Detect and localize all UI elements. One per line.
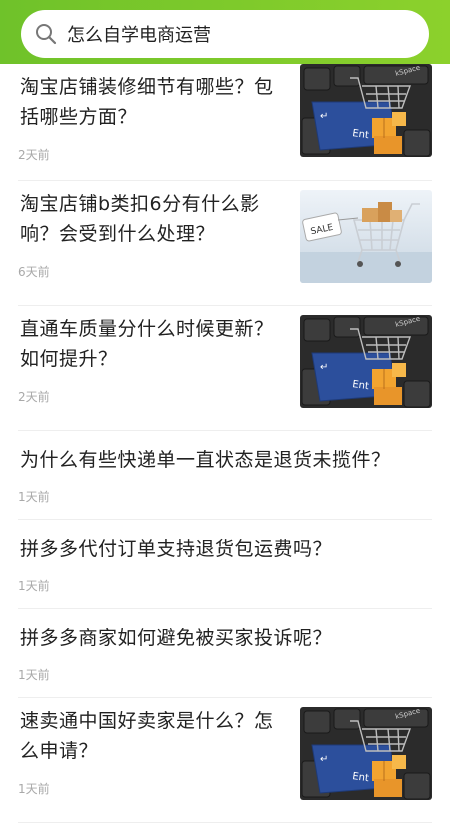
article-time: 6天前 [18,265,50,279]
list-item[interactable]: 淘宝店铺装修细节有哪些？包括哪些方面？ 2天前 ↵ Ent kSpace [18,64,432,181]
article-title[interactable]: 拼多多商家如何避免被买家投诉呢？ [20,623,430,653]
article-title[interactable]: 淘宝店铺装修细节有哪些？包括哪些方面？ [20,72,278,132]
search-query: 怎么自学电商运营 [67,25,211,46]
search-icon [35,23,57,45]
svg-text:Ent: Ent [352,771,370,784]
article-title[interactable]: 直通车质量分什么时候更新？如何提升？ [20,314,278,374]
sale-cart-image[interactable]: SALE [300,190,432,283]
svg-text:↵: ↵ [320,754,328,765]
list-item[interactable]: 为什么有些快递单一直状态是退货未揽件？ 1天前 [18,431,432,520]
list-item[interactable]: 淘宝店铺b类扣6分有什么影响？会受到什么处理？ 6天前 SALE [18,181,432,306]
keyboard-cart-image[interactable]: ↵ Ent kSpace [300,64,432,157]
article-title[interactable]: 速卖通中国好卖家是什么？怎么申请？ [20,706,278,766]
keyboard-cart-image[interactable]: ↵ Ent kSpace [300,707,432,800]
article-time: 1天前 [18,579,50,593]
svg-text:↵: ↵ [320,362,328,373]
svg-text:Ent: Ent [352,128,370,141]
article-time: 2天前 [18,390,50,404]
article-time: 1天前 [18,668,50,682]
svg-text:Ent: Ent [352,379,370,392]
list-item[interactable]: 拼多多商家如何避免被买家投诉呢？ 1天前 [18,609,432,698]
keyboard-cart-image[interactable]: ↵ Ent kSpace [300,315,432,408]
list-item[interactable]: 拼多多代付订单支持退货包运费吗？ 1天前 [18,520,432,609]
article-time: 1天前 [18,782,50,796]
article-title[interactable]: 拼多多代付订单支持退货包运费吗？ [20,534,430,564]
list-item[interactable]: 直通车质量分什么时候更新？如何提升？ 2天前 ↵ Ent kSpace [18,306,432,431]
article-time: 2天前 [18,148,50,162]
top-bar: 怎么自学电商运营 [0,0,450,64]
svg-text:↵: ↵ [320,111,328,122]
article-time: 1天前 [18,490,50,504]
article-title[interactable]: 淘宝店铺b类扣6分有什么影响？会受到什么处理？ [20,189,278,249]
article-list: 淘宝店铺装修细节有哪些？包括哪些方面？ 2天前 ↵ Ent kSpace 淘宝店… [0,64,450,823]
article-title[interactable]: 为什么有些快递单一直状态是退货未揽件？ [20,445,430,475]
list-item[interactable]: 速卖通中国好卖家是什么？怎么申请？ 1天前 ↵ Ent kSpace [18,698,432,823]
search-bar[interactable]: 怎么自学电商运营 [21,10,429,58]
